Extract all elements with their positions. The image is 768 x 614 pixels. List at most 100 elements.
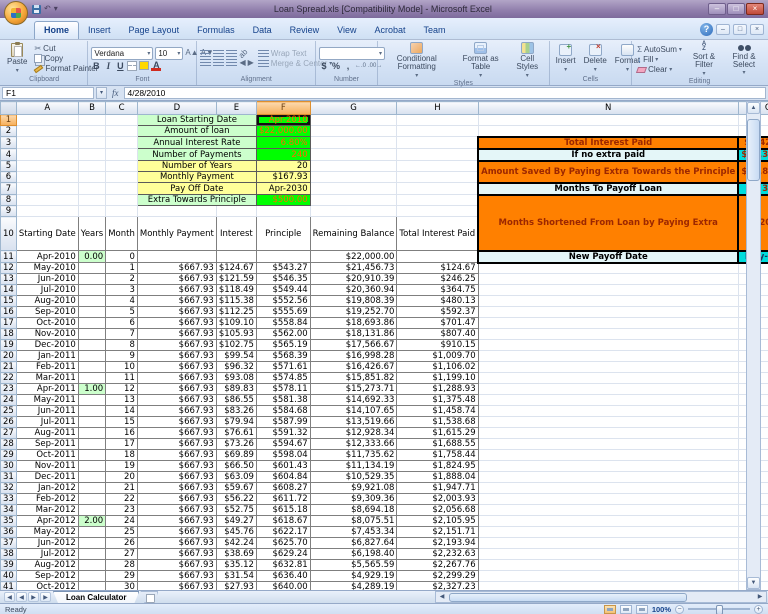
amort-cell[interactable]: $49.27 xyxy=(216,516,256,527)
cell[interactable] xyxy=(478,329,738,340)
amort-cell[interactable] xyxy=(78,582,105,591)
cell[interactable] xyxy=(478,373,738,384)
amort-cell[interactable] xyxy=(78,560,105,571)
amort-cell[interactable]: $115.38 xyxy=(216,296,256,307)
fill-button[interactable]: ↓Fill▾ xyxy=(635,55,684,64)
amort-cell[interactable]: $667.93 xyxy=(137,439,216,450)
amort-cell[interactable] xyxy=(78,329,105,340)
amort-cell[interactable]: $18,131.86 xyxy=(310,329,397,340)
cell[interactable] xyxy=(78,137,105,149)
page-layout-view-button[interactable] xyxy=(620,605,632,614)
row-header-11[interactable]: 11 xyxy=(1,251,17,263)
cell[interactable] xyxy=(216,206,256,217)
amort-cell[interactable]: $59.67 xyxy=(216,483,256,494)
fill-handle[interactable] xyxy=(307,122,310,125)
column-header-H[interactable]: H xyxy=(397,102,478,115)
italic-button[interactable]: I xyxy=(103,61,113,71)
cell[interactable] xyxy=(478,560,738,571)
cell[interactable] xyxy=(78,126,105,137)
row-header-40[interactable]: 40 xyxy=(1,571,17,582)
amort-cell[interactable]: $611.72 xyxy=(256,494,310,505)
amort-cell[interactable]: 12 xyxy=(106,384,138,395)
save-icon[interactable] xyxy=(32,5,41,14)
undo-icon[interactable]: ↶ xyxy=(44,5,51,13)
cell[interactable] xyxy=(397,183,478,195)
amort-cell[interactable]: $543.27 xyxy=(256,263,310,274)
amort-cell[interactable]: $667.93 xyxy=(137,318,216,329)
cell[interactable] xyxy=(310,115,397,126)
amort-cell[interactable]: $31.54 xyxy=(216,571,256,582)
scroll-down-icon[interactable]: ▼ xyxy=(747,577,760,589)
amort-cell[interactable]: $667.93 xyxy=(137,417,216,428)
amort-cell[interactable] xyxy=(78,549,105,560)
row-header-7[interactable]: 7 xyxy=(1,183,17,195)
amort-cell[interactable]: $12,928.34 xyxy=(310,428,397,439)
amort-cell[interactable]: 10 xyxy=(106,362,138,373)
amort-cell[interactable]: $112.25 xyxy=(216,307,256,318)
amort-cell[interactable]: 13 xyxy=(106,395,138,406)
row-header-30[interactable]: 30 xyxy=(1,461,17,472)
amort-cell[interactable]: $587.99 xyxy=(256,417,310,428)
amort-header[interactable]: Remaining Balance xyxy=(310,217,397,251)
align-middle-icon[interactable] xyxy=(213,50,224,58)
sort-filter-button[interactable]: AZSort & Filter▾ xyxy=(686,42,722,77)
tab-review[interactable]: Review xyxy=(281,22,329,39)
clear-button[interactable]: Clear▾ xyxy=(635,65,684,74)
amort-cell[interactable]: $124.67 xyxy=(216,263,256,274)
row-header-9[interactable]: 9 xyxy=(1,206,17,217)
amort-cell[interactable]: $109.10 xyxy=(216,318,256,329)
cell[interactable] xyxy=(16,172,78,183)
cell[interactable] xyxy=(16,137,78,149)
amort-cell[interactable]: $667.93 xyxy=(137,340,216,351)
amort-cell[interactable]: $6,198.40 xyxy=(310,549,397,560)
vertical-scrollbar[interactable]: ▲ ▼ xyxy=(746,101,761,590)
autosum-button[interactable]: ΣAutoSum▾ xyxy=(635,45,684,54)
amort-cell[interactable] xyxy=(78,296,105,307)
amort-cell[interactable]: Sep-2012 xyxy=(16,571,78,582)
amort-cell[interactable]: Dec-2010 xyxy=(16,340,78,351)
row-header-4[interactable]: 4 xyxy=(1,149,17,161)
amort-cell[interactable]: 2 xyxy=(106,274,138,285)
amort-cell[interactable]: $546.35 xyxy=(256,274,310,285)
cell[interactable] xyxy=(310,149,397,161)
param-label[interactable]: Number of Payments xyxy=(137,149,256,161)
amort-cell[interactable]: $102.75 xyxy=(216,340,256,351)
cell[interactable] xyxy=(78,172,105,183)
amort-cell[interactable]: 15 xyxy=(106,417,138,428)
amort-cell[interactable] xyxy=(137,251,216,263)
percent-format-button[interactable]: % xyxy=(331,61,341,71)
amort-cell[interactable]: $17,566.67 xyxy=(310,340,397,351)
horizontal-scrollbar[interactable]: ◀ ▶ xyxy=(435,591,767,603)
cell[interactable] xyxy=(478,527,738,538)
amort-cell[interactable]: $246.25 xyxy=(397,274,478,285)
summary-label[interactable]: Months Shortened From Loan by Paying Ext… xyxy=(478,195,738,251)
font-color-button[interactable]: A xyxy=(151,61,161,71)
comma-format-button[interactable]: , xyxy=(343,61,353,71)
amort-cell[interactable]: $14,107.65 xyxy=(310,406,397,417)
cell[interactable] xyxy=(478,263,738,274)
row-header-21[interactable]: 21 xyxy=(1,362,17,373)
insert-function-icon[interactable]: fx xyxy=(109,88,122,98)
amort-cell[interactable]: $56.22 xyxy=(216,494,256,505)
amort-cell[interactable]: Jul-2010 xyxy=(16,285,78,296)
amort-cell[interactable] xyxy=(78,274,105,285)
row-header-22[interactable]: 22 xyxy=(1,373,17,384)
zoom-level[interactable]: 100% xyxy=(652,605,671,614)
amort-cell[interactable]: 0.00 xyxy=(78,251,105,263)
cell[interactable] xyxy=(78,115,105,126)
borders-button[interactable] xyxy=(127,61,137,71)
cell[interactable] xyxy=(478,461,738,472)
workbook-restore-button[interactable]: □ xyxy=(733,24,747,35)
amort-cell[interactable]: $667.93 xyxy=(137,472,216,483)
amort-cell[interactable]: $63.09 xyxy=(216,472,256,483)
cell[interactable] xyxy=(256,206,310,217)
row-header-32[interactable]: 32 xyxy=(1,483,17,494)
amort-cell[interactable]: $4,289.19 xyxy=(310,582,397,591)
last-sheet-icon[interactable]: ▶ xyxy=(40,592,51,602)
amort-cell[interactable]: $667.93 xyxy=(137,538,216,549)
amort-cell[interactable]: $9,921.08 xyxy=(310,483,397,494)
amort-cell[interactable]: $16,426.67 xyxy=(310,362,397,373)
amort-cell[interactable] xyxy=(78,494,105,505)
amort-cell[interactable]: 27 xyxy=(106,549,138,560)
param-label[interactable]: Monthly Payment xyxy=(137,172,256,183)
